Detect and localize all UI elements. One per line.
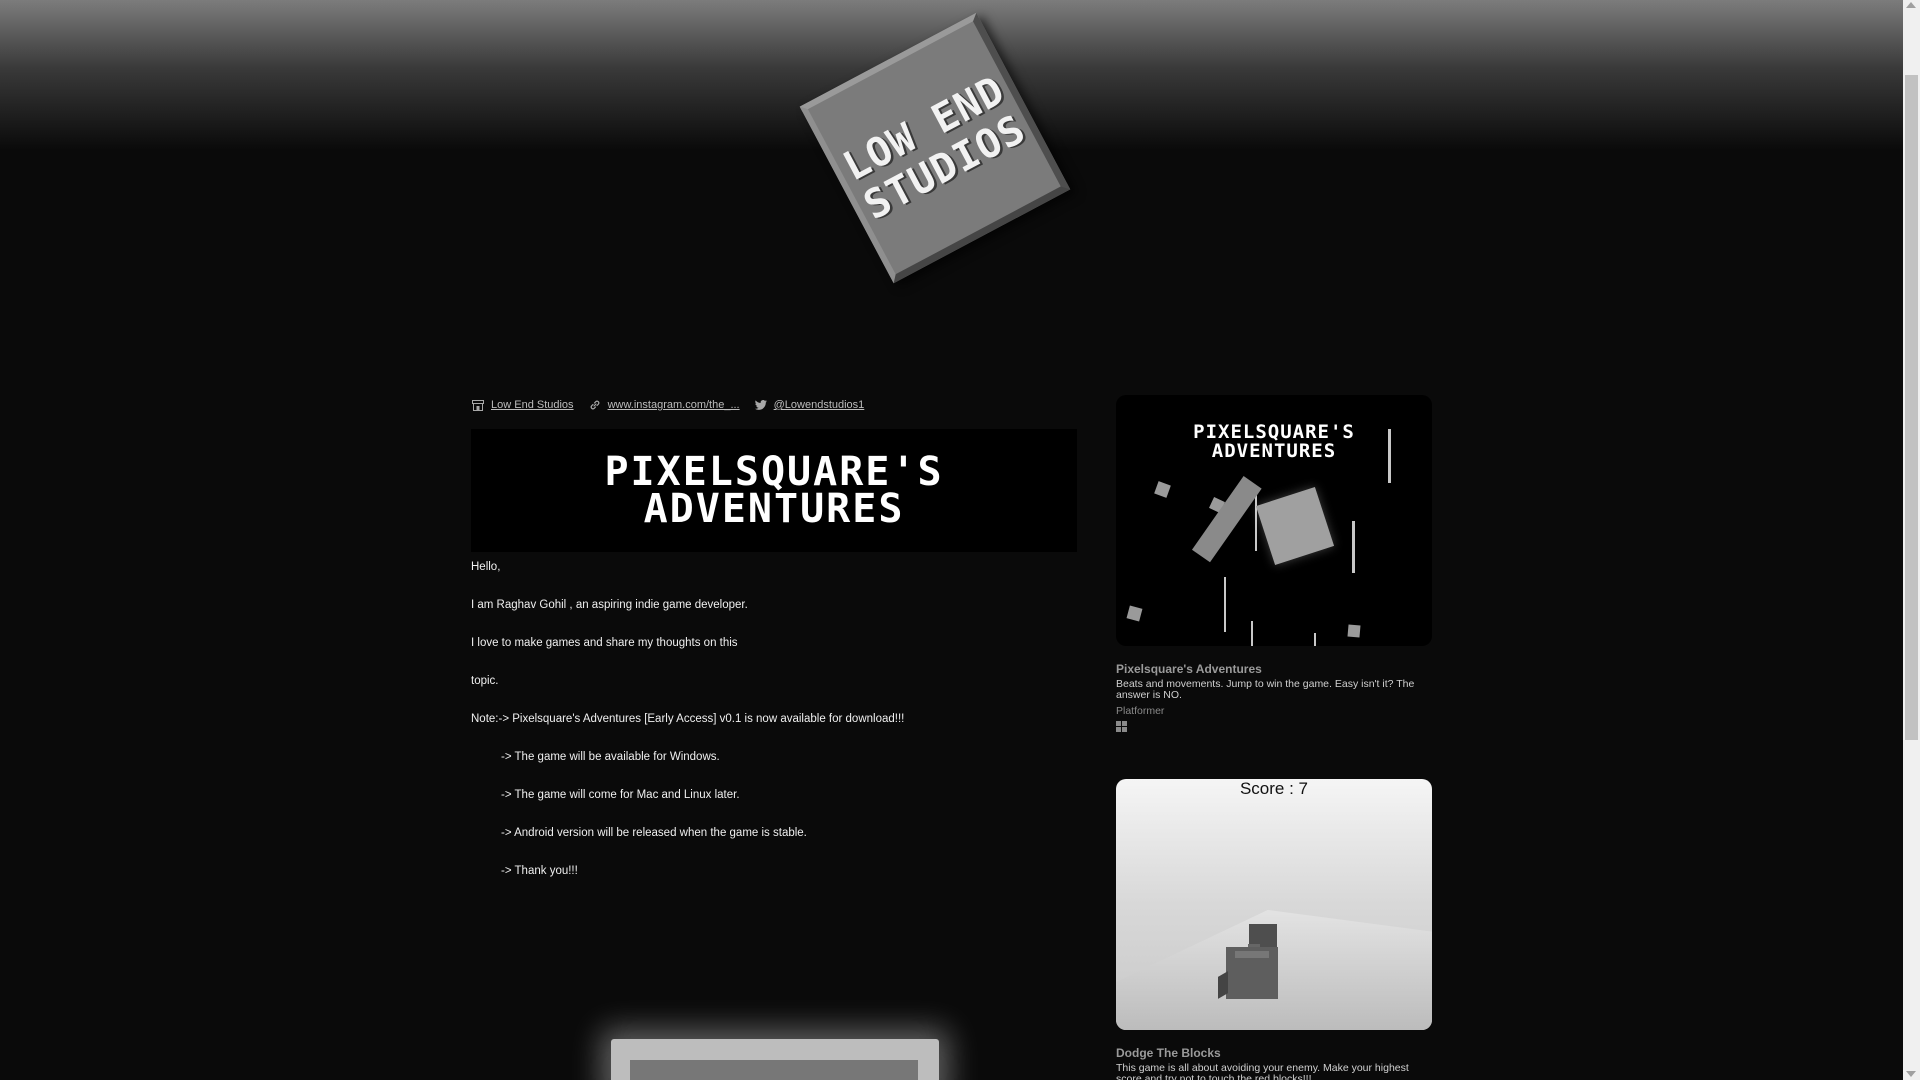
about-line: -> The game will come for Mac and Linux … [501, 789, 740, 801]
pixel-square [1347, 624, 1361, 638]
link-instagram-label[interactable]: www.instagram.com/the_... [608, 399, 740, 411]
embedded-image-screen [630, 1060, 918, 1080]
page: LOW END STUDIOS Low End Studios www.inst… [0, 0, 1920, 1080]
game-thumbnail[interactable]: PIXELSQUARE'S ADVENTURES [1116, 395, 1432, 646]
scrollbar-thumb[interactable] [1905, 75, 1918, 740]
game-description: Beats and movements. Jump to win the gam… [1116, 678, 1415, 701]
light-streak [1314, 633, 1316, 646]
scroll-up-icon[interactable] [1906, 2, 1916, 8]
about-line: I love to make games and share my though… [471, 637, 738, 649]
vertical-scrollbar[interactable] [1903, 0, 1920, 1080]
game-title[interactable]: Pixelsquare's Adventures [1116, 662, 1432, 676]
main-column: Low End Studios www.instagram.com/the_..… [471, 395, 1077, 902]
twitter-icon [754, 398, 768, 412]
thumbnail-title: PIXELSQUARE'S ADVENTURES [1193, 421, 1355, 462]
pixel-square [1154, 481, 1171, 498]
about-text: Hello, I am Raghav Gohil , an aspiring i… [471, 560, 1077, 902]
light-streak [1251, 621, 1253, 646]
scroll-down-icon[interactable] [1906, 1071, 1916, 1077]
about-line: Note:-> Pixelsquare's Adventures [Early … [471, 713, 905, 725]
windows-icon [1116, 721, 1128, 733]
links-row: Low End Studios www.instagram.com/the_..… [471, 395, 1077, 415]
about-line: topic. [471, 675, 499, 687]
about-line: -> The game will be available for Window… [501, 751, 720, 763]
game-genre: Platformer [1116, 705, 1165, 717]
player-square [1255, 486, 1335, 566]
link-instagram[interactable]: www.instagram.com/the_... [588, 398, 740, 412]
storefront-icon [471, 398, 485, 412]
game-description: This game is all about avoiding your ene… [1116, 1062, 1409, 1080]
logo-text: LOW END STUDIOS [835, 66, 1033, 229]
about-line: I am Raghav Gohil , an aspiring indie ga… [471, 599, 748, 611]
light-streak [1224, 577, 1226, 632]
link-twitter[interactable]: @Lowendstudios1 [754, 398, 865, 412]
about-line: Hello, [471, 561, 501, 573]
light-streak [1388, 429, 1391, 483]
banner-title: PIXELSQUARE'S ADVENTURES [604, 448, 944, 532]
game-thumbnail[interactable]: Score : 7 [1116, 779, 1432, 1030]
about-line: -> Thank you!!! [501, 865, 578, 877]
player-block-top [1235, 951, 1269, 958]
game-card[interactable]: PIXELSQUARE'S ADVENTURES Pixelsquare's A… [1116, 395, 1432, 733]
about-line: -> Android version will be released when… [501, 827, 807, 839]
light-streak [1352, 521, 1355, 573]
link-itch-profile[interactable]: Low End Studios [471, 398, 574, 412]
light-streak [1255, 493, 1257, 551]
link-itch-profile-label[interactable]: Low End Studios [491, 399, 574, 411]
motion-trail [1191, 475, 1262, 563]
game-banner: PIXELSQUARE'S ADVENTURES [471, 429, 1077, 552]
game-title[interactable]: Dodge The Blocks [1116, 1046, 1432, 1060]
pixel-square [1126, 605, 1143, 622]
embedded-image [611, 1039, 939, 1080]
link-twitter-label[interactable]: @Lowendstudios1 [774, 399, 865, 411]
score-label: Score : 7 [1239, 779, 1309, 798]
game-card[interactable]: Score : 7 Dodge The Blocks This game is … [1116, 779, 1432, 1080]
link-icon [588, 398, 602, 412]
games-list: PIXELSQUARE'S ADVENTURES Pixelsquare's A… [1116, 395, 1432, 1080]
